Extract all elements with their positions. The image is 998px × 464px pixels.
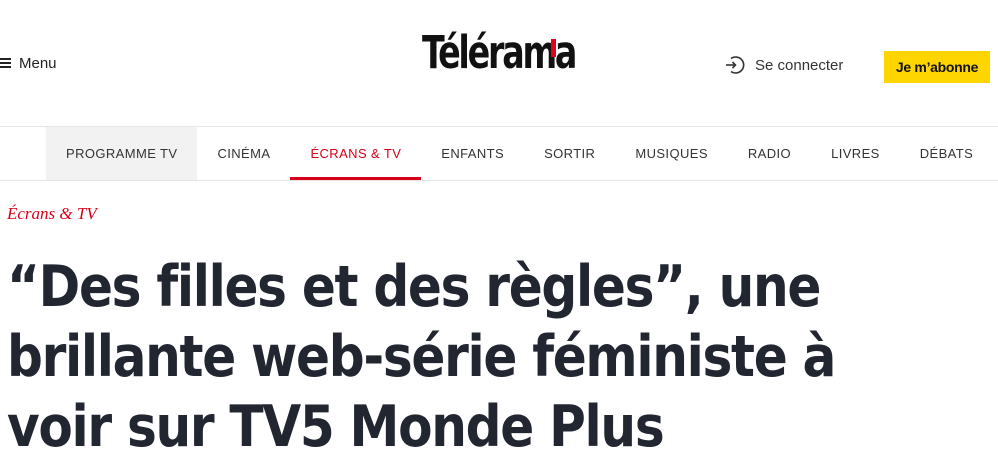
nav-item-radio[interactable]: RADIO (728, 127, 811, 180)
site-header: Menu Télérama Se connecter Je m’abonne (0, 0, 998, 127)
menu-button[interactable]: Menu (0, 52, 57, 74)
login-link[interactable]: Se connecter (723, 54, 843, 76)
nav-item-musiques[interactable]: MUSIQUES (615, 127, 728, 180)
nav-item-livres[interactable]: LIVRES (811, 127, 900, 180)
hamburger-icon (0, 58, 11, 68)
main-navigation: PROGRAMME TV CINÉMA ÉCRANS & TV ENFANTS … (46, 127, 993, 180)
menu-label: Menu (19, 54, 57, 72)
article-headline: “Des filles et des règles”, une brillant… (7, 254, 836, 460)
login-label: Se connecter (755, 56, 844, 74)
logo-accent-mark (551, 39, 556, 57)
nav-item-programme-tv[interactable]: PROGRAMME TV (46, 127, 198, 180)
nav-divider (0, 180, 998, 181)
nav-item-debats[interactable]: DÉBATS (900, 127, 993, 180)
subscribe-button[interactable]: Je m’abonne (884, 51, 990, 83)
login-arrow-icon (726, 56, 745, 74)
nav-item-ecrans-tv[interactable]: ÉCRANS & TV (290, 127, 422, 180)
nav-item-enfants[interactable]: ENFANTS (421, 127, 524, 180)
nav-item-sortir[interactable]: SORTIR (524, 127, 615, 180)
nav-item-cinema[interactable]: CINÉMA (197, 127, 290, 180)
article-category-link[interactable]: Écrans & TV (7, 204, 97, 224)
